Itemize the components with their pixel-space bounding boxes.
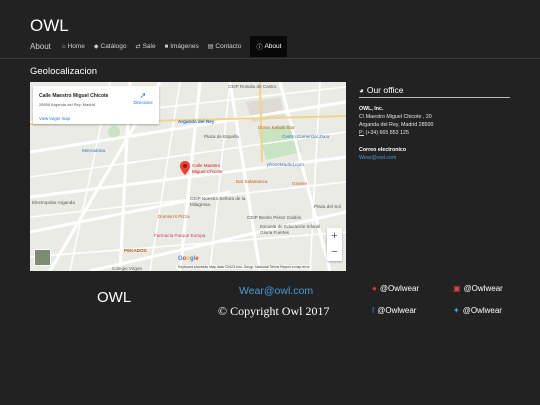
nav-home-label: Home (67, 43, 85, 50)
map-place-mercadona: Mercadona (82, 148, 105, 153)
map-card-address: 28500 Arganda del Rey, Madrid (39, 102, 95, 107)
google-logo: Google (178, 256, 199, 262)
social-pinterest[interactable]: ● @Owlwear (372, 284, 419, 293)
office-phone: P: (+34) 665 853 125 (359, 129, 409, 138)
map-pin-icon[interactable] (180, 161, 190, 175)
globe-icon: ◕ (359, 85, 364, 95)
nav-contacto-link[interactable]: ▤ Contacto (208, 36, 242, 57)
map-place-ceip-nuestra: CEIP Nuestra Señora de la Milagrosa (190, 196, 246, 207)
instagram-icon: ▣ (453, 284, 461, 293)
social-instagram[interactable]: ▣ @Owlwear (453, 284, 503, 293)
nav-about-active-link[interactable]: ⓘ About (250, 36, 288, 57)
nav-home-link[interactable]: ⌂ Home (62, 36, 85, 57)
nav-about-link[interactable]: About (30, 36, 51, 57)
map-card-title: Calle Maestro Miguel Chicote (39, 93, 109, 99)
facebook-icon: f (372, 306, 375, 315)
section-title: Geolocalizacion (30, 66, 98, 77)
twitter-icon: ✦ (453, 306, 460, 315)
map-place-farmacia: Farmacia Parque Europa (154, 233, 206, 238)
info-icon: ⓘ (256, 45, 263, 51)
map-info-card: Calle Maestro Miguel Chicote 28500 Argan… (33, 86, 159, 124)
office-title: Our office (366, 85, 404, 95)
map-place-arganda: Arganda del Rey (178, 119, 215, 124)
nav-sale-label: Sale (142, 43, 156, 50)
map-place-bar: Bar Salamanca (236, 179, 268, 184)
footer-copyright: © Copyright Owl 2017 (218, 304, 330, 318)
map-place-dominos: Domino's Pizza (158, 214, 190, 219)
google-map[interactable]: Calle Maestro Miguel Chicote 28500 Argan… (30, 82, 346, 271)
nav-contacto-label: Contacto (215, 43, 242, 50)
office-email-heading-text: Correo electronico (359, 147, 407, 153)
social-twitter-handle: @Owlwear (462, 306, 502, 315)
map-place-plaza-sol: Plaza del Sol (314, 204, 341, 209)
social-twitter[interactable]: ✦ @Owlwear (453, 306, 502, 315)
home-icon: ⌂ (61, 43, 66, 50)
office-phone-number: (+34) 665 853 125 (365, 130, 409, 136)
nav-about-label: About (30, 42, 51, 51)
nav-imagenes-label: Imágenes (170, 43, 199, 50)
map-attribution[interactable]: Keyboard shortcuts Map data ©2023 Inst. … (176, 265, 312, 269)
map-pin-label-line2: Miguel Chicote (192, 169, 223, 174)
social-facebook[interactable]: f @Owlwear (372, 306, 416, 315)
office-phone-prefix: P: (359, 130, 365, 136)
map-place-doner: Doner Kebab Star (258, 125, 295, 130)
zoom-out-button[interactable]: − (327, 244, 342, 260)
map-place-plaza: Plaza de España (204, 134, 239, 139)
nav-about-active-label: About (264, 43, 282, 50)
tag-icon: ◆ (93, 44, 99, 50)
nav-imagenes-link[interactable]: ■ Imágenes (165, 36, 199, 57)
map-place-colegio: Colegio Virgen (112, 266, 143, 271)
brand-logo[interactable]: OWL (30, 16, 69, 36)
footer-brand: OWL (97, 289, 132, 306)
directions-button[interactable]: ➚ Directions (132, 91, 154, 106)
social-instagram-handle: @Owlwear (463, 284, 503, 293)
map-place-granier: Granier (292, 181, 308, 186)
map-zoom-control: + − (327, 228, 342, 261)
map-place-pekados: PEKADOS (124, 248, 147, 253)
address-card-icon: ▤ (207, 44, 214, 50)
nav-divider (0, 58, 540, 59)
map-place-electro: Electropolar Arganda (32, 200, 75, 205)
map-place-phone: phoneMadrid.com (267, 162, 304, 167)
zoom-in-button[interactable]: + (327, 228, 342, 244)
social-facebook-handle: @Owlwear (377, 306, 417, 315)
social-pinterest-handle: @Owlwear (379, 284, 420, 293)
office-company-name: OWL, Inc. (359, 106, 384, 112)
exchange-icon: ⇄ (135, 44, 141, 50)
pinterest-icon: ● (372, 284, 377, 293)
map-place-ceip-benito: CEIP Benito Pérez Galdós (247, 215, 302, 220)
view-larger-map-link[interactable]: View larger map (39, 116, 70, 121)
office-heading: ◕ Our office (359, 85, 404, 95)
map-place-escuela: Escuela de Educación Infantil Gloria Fue… (260, 224, 321, 235)
office-divider (359, 97, 510, 98)
footer-email-link[interactable]: Wear@owl.com (239, 285, 313, 297)
directions-icon: ➚ (139, 91, 147, 100)
main-nav: About ⌂ Home ◆ Catálogo ⇄ Sale ■ Imágene… (30, 36, 288, 57)
map-place-centro: Centro Comercial Zoco (282, 134, 330, 139)
directions-label: Directions (133, 100, 153, 105)
nav-catalogo-link[interactable]: ◆ Catálogo (94, 36, 127, 57)
map-pin-label: Calle Maestro Miguel Chicote (192, 163, 222, 175)
camera-icon: ■ (164, 43, 169, 50)
nav-catalogo-label: Catálogo (100, 43, 127, 50)
nav-sale-link[interactable]: ⇄ Sale (136, 36, 156, 57)
office-email-link[interactable]: Wear@owl.com (359, 154, 396, 163)
satellite-toggle[interactable] (34, 249, 51, 266)
map-place-ceip: CEIP Rosalia de Castro (228, 84, 277, 89)
